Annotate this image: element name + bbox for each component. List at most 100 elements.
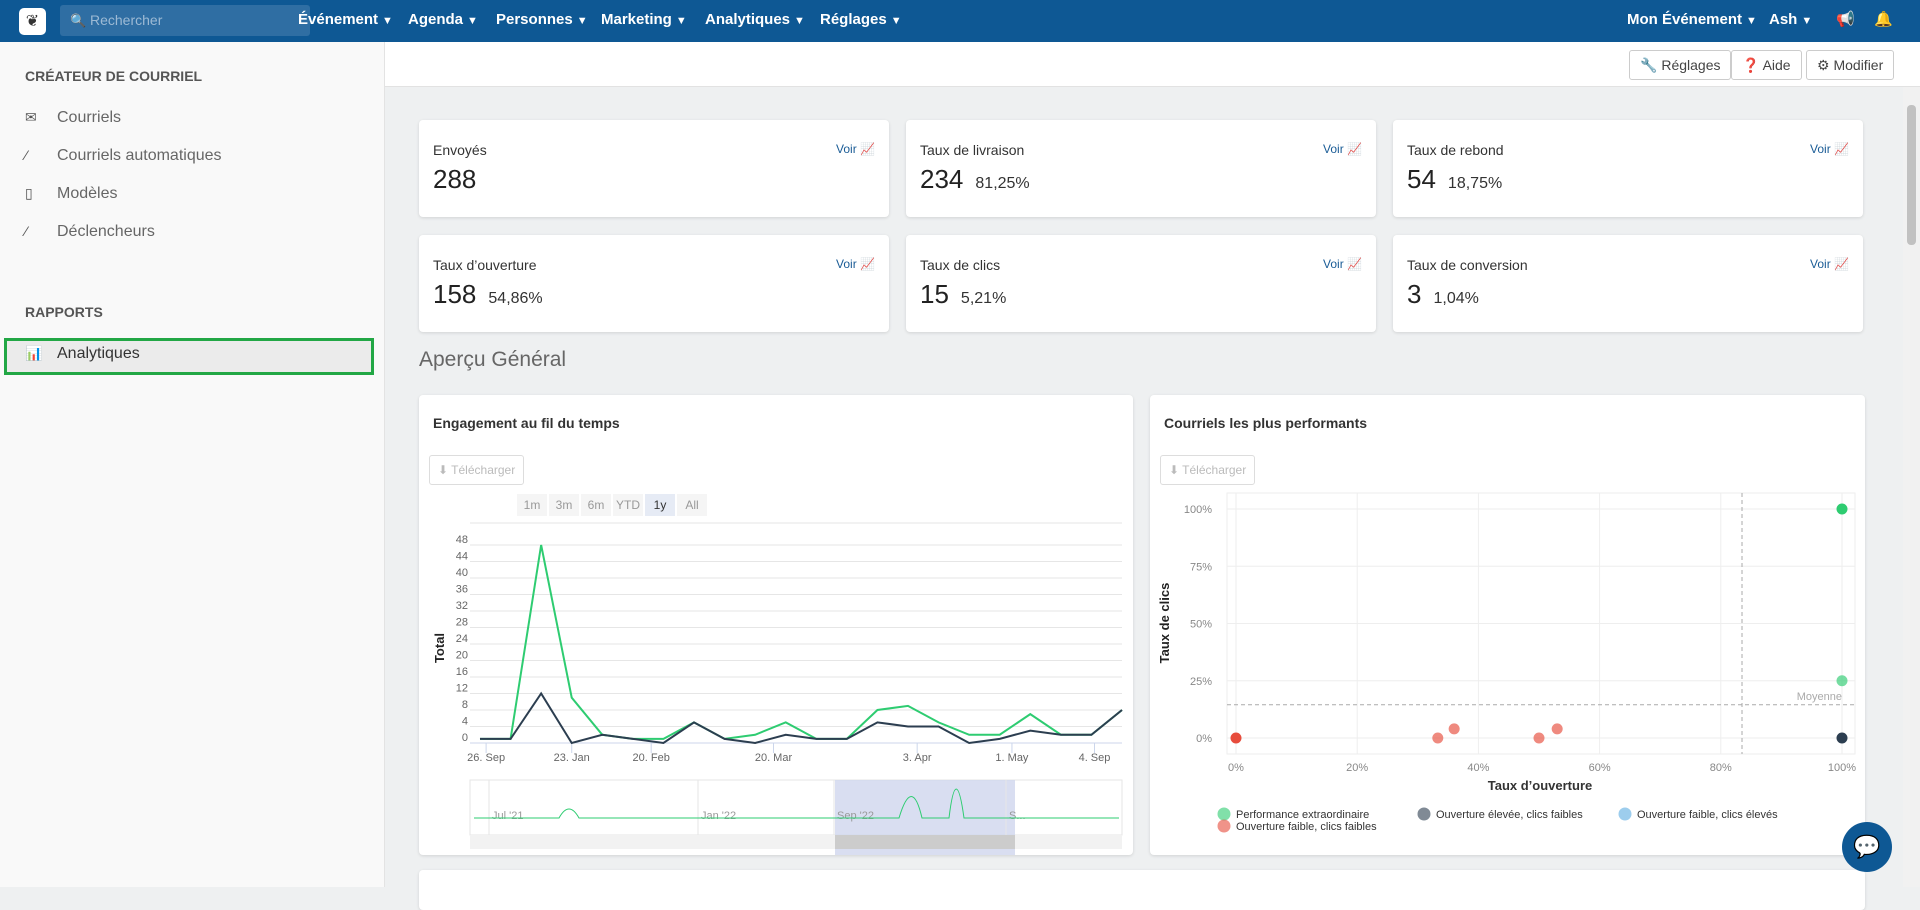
y-tick-label: 12 (456, 683, 468, 695)
top-emails-scatter-chart: 0%20%40%60%80%100%0%25%50%75%100%Moyenne… (1150, 395, 1865, 855)
y-tick-label: 44 (456, 551, 468, 563)
navigator-label: Jan '22 (701, 810, 736, 822)
y-tick-label: 50% (1190, 619, 1212, 631)
wrench-icon: 🔧 (1640, 57, 1661, 73)
stat-title: Envoyés (433, 142, 487, 158)
app-logo[interactable]: ❦ (19, 8, 46, 35)
search-icon: 🔍 (70, 5, 86, 36)
search-placeholder: Rechercher (90, 12, 162, 28)
chevron-down-icon: ▼ (467, 15, 478, 27)
y-tick-label: 8 (462, 699, 468, 711)
chart-icon: 📊 (25, 345, 57, 362)
chevron-down-icon: ▼ (577, 15, 588, 27)
event-selector[interactable]: Mon Événement▼ (1627, 0, 1757, 42)
nav-label: Analytiques (705, 11, 790, 28)
help-label: Aide (1763, 57, 1791, 73)
bell-icon[interactable]: 🔔 (1874, 0, 1893, 42)
clipboard-icon: ▯ (25, 185, 57, 202)
stat-card: Envoyés 288 Voir 📈 (419, 120, 889, 217)
nav-agenda[interactable]: Agenda ▼ (408, 0, 478, 42)
scrollbar-thumb[interactable] (1907, 105, 1916, 245)
navigator-label: S... (1009, 810, 1026, 822)
x-tick-label: 100% (1828, 762, 1856, 774)
x-tick-label: 3. Apr (903, 752, 932, 764)
line-chart-icon: 📈 (860, 257, 875, 271)
sidebar-item-courriels-auto[interactable]: ⁄Courriels automatiques (25, 147, 222, 165)
x-tick-label: 80% (1710, 762, 1732, 774)
nav-label: Événement (298, 11, 378, 28)
nav-reglages[interactable]: Réglages▼ (820, 0, 902, 42)
stat-number: 15 (920, 279, 949, 309)
view-link[interactable]: Voir 📈 (1810, 142, 1849, 156)
view-link[interactable]: Voir 📈 (836, 142, 875, 156)
magic-wand-icon: ⁄ (25, 223, 57, 239)
chevron-down-icon: ▼ (382, 15, 393, 27)
x-tick-label: 20. Feb (633, 752, 670, 764)
chat-icon: 💬 (1853, 834, 1880, 859)
scatter-point (1433, 733, 1443, 743)
legend-item: Ouverture faible, clics faibles (1236, 821, 1377, 833)
navigator-label: Sep '22 (837, 810, 874, 822)
nav-personnes[interactable]: Personnes▼ (496, 0, 588, 42)
stat-value: 5418,75% (1407, 164, 1502, 195)
y-tick-label: 25% (1190, 676, 1212, 688)
stat-card: Taux d’ouverture 15854,86% Voir 📈 (419, 235, 889, 332)
nav-label: Agenda (408, 11, 463, 28)
settings-button[interactable]: 🔧 Réglages (1629, 50, 1731, 80)
megaphone-icon[interactable]: 📢 (1836, 0, 1855, 42)
scatter-point (1837, 504, 1847, 514)
legend-item: Ouverture élevée, clics faibles (1436, 809, 1583, 821)
chevron-down-icon: ▼ (1801, 15, 1812, 27)
nav-evenement[interactable]: Événement ▼ (298, 0, 393, 42)
magic-wand-icon: ⁄ (25, 147, 57, 163)
stat-card: Taux de clics 155,21% Voir 📈 (906, 235, 1376, 332)
line-chart-icon: 📈 (1834, 257, 1849, 271)
stat-percent: 1,04% (1433, 290, 1478, 307)
help-button[interactable]: ❓ Aide (1731, 50, 1802, 80)
stat-value: 15854,86% (433, 279, 543, 310)
event-label: Mon Événement (1627, 11, 1742, 28)
chevron-down-icon: ▼ (676, 15, 687, 27)
stat-title: Taux de conversion (1407, 257, 1528, 273)
page-scrollbar[interactable] (1903, 87, 1920, 887)
y-tick-label: 75% (1190, 561, 1212, 573)
view-link[interactable]: Voir 📈 (1323, 257, 1362, 271)
y-tick-label: 100% (1184, 504, 1212, 516)
legend-marker (1218, 820, 1230, 832)
stat-value: 31,04% (1407, 279, 1479, 310)
stat-card: Taux de rebond 5418,75% Voir 📈 (1393, 120, 1863, 217)
sidebar-section-title: RAPPORTS (25, 304, 103, 320)
stat-number: 234 (920, 164, 963, 194)
chat-button[interactable]: 💬 (1842, 822, 1892, 872)
scatter-point (1534, 733, 1544, 743)
nav-marketing[interactable]: Marketing ▼ (601, 0, 687, 42)
y-tick-label: 20 (456, 650, 468, 662)
stat-title: Taux de livraison (920, 142, 1024, 158)
nav-analytiques[interactable]: Analytiques▼ (705, 0, 805, 42)
scatter-point (1837, 676, 1847, 686)
edit-button[interactable]: ⚙ Modifier (1806, 50, 1894, 80)
view-link[interactable]: Voir 📈 (1810, 257, 1849, 271)
sidebar-item-courriels[interactable]: ✉Courriels (25, 109, 121, 127)
stat-percent: 81,25% (975, 175, 1029, 192)
sidebar: CRÉATEUR DE COURRIEL ✉Courriels ⁄Courrie… (0, 42, 385, 887)
view-link[interactable]: Voir 📈 (836, 257, 875, 271)
view-label: Voir (1810, 257, 1831, 271)
stat-value: 155,21% (920, 279, 1006, 310)
y-tick-label: 36 (456, 584, 468, 596)
search-input[interactable]: 🔍Rechercher (60, 5, 310, 36)
sidebar-item-declencheurs[interactable]: ⁄Déclencheurs (25, 223, 155, 241)
nav-label: Marketing (601, 11, 672, 28)
gear-icon: ⚙ (1817, 57, 1833, 73)
view-label: Voir (1810, 142, 1831, 156)
x-tick-label: 20% (1346, 762, 1368, 774)
sidebar-item-modeles[interactable]: ▯Modèles (25, 185, 117, 203)
view-label: Voir (836, 142, 857, 156)
sidebar-item-analytiques-label[interactable]: 📊Analytiques (25, 345, 140, 363)
user-menu[interactable]: Ash ▼ (1769, 0, 1812, 42)
y-tick-label: 4 (462, 716, 468, 728)
navigator-scrollbar (470, 835, 1122, 849)
view-link[interactable]: Voir 📈 (1323, 142, 1362, 156)
navigator-scroll-thumb (835, 835, 1015, 849)
user-label: Ash (1769, 11, 1797, 28)
